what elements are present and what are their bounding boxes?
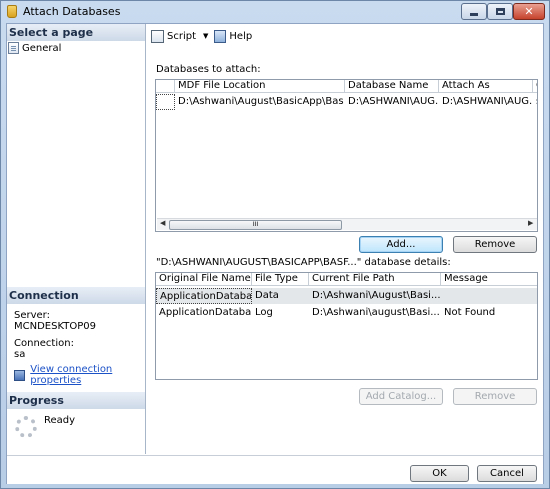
grid-corner xyxy=(156,80,175,93)
column-file-type[interactable]: File Type xyxy=(252,273,309,286)
help-icon xyxy=(214,29,227,43)
title-bar: Attach Databases ✕ xyxy=(1,1,549,23)
scroll-left-icon[interactable]: ◀ xyxy=(160,219,165,227)
file-type-cell[interactable]: Data xyxy=(252,288,309,304)
column-original-file-name[interactable]: Original File Name xyxy=(156,273,252,286)
server-value: MCNDESKTOP09 xyxy=(14,321,96,332)
current-file-path-cell[interactable]: D:\Ashwani\august\Basi...... xyxy=(309,305,441,321)
server-label: Server: xyxy=(14,310,50,321)
current-file-path-value: D:\Ashwani\august\Basi... xyxy=(312,307,440,318)
maximize-icon xyxy=(495,8,505,15)
dialog-client: Select a page General Connection Server:… xyxy=(6,23,544,484)
column-database-name[interactable]: Database Name xyxy=(345,80,439,93)
current-file-path-value: D:\Ashwani\August\Basi... xyxy=(312,290,441,301)
page-item-general[interactable]: General xyxy=(8,42,61,54)
script-icon xyxy=(151,29,164,43)
remove-database-button[interactable]: Remove xyxy=(453,236,537,253)
table-row[interactable]: ApplicationDatabas... Data D:\Ashwani\Au… xyxy=(156,288,537,304)
message-cell[interactable]: Not Found xyxy=(441,305,537,321)
attach-as-cell[interactable]: D:\ASHWANI\AUG... xyxy=(439,94,533,110)
mdf-location-cell[interactable]: D:\Ashwani\August\BasicApp\Basi...... xyxy=(175,94,345,110)
column-mdf-file-location[interactable]: MDF File Location xyxy=(175,80,345,93)
view-connection-properties[interactable]: View connection properties xyxy=(14,364,145,386)
scroll-right-icon[interactable]: ▶ xyxy=(528,219,533,227)
add-catalog-button[interactable]: Add Catalog... xyxy=(359,388,443,405)
database-details-grid[interactable]: Original File Name File Type Current Fil… xyxy=(155,272,538,380)
connection-value: sa xyxy=(14,349,26,360)
attach-databases-window: Attach Databases ✕ Select a page General… xyxy=(0,0,550,489)
database-icon xyxy=(7,5,17,18)
close-icon: ✕ xyxy=(524,5,534,18)
dialog-footer: OK Cancel xyxy=(7,455,543,484)
select-page-header: Select a page xyxy=(7,24,145,41)
horizontal-scrollbar[interactable]: ◀ III ▶ xyxy=(157,218,537,230)
table-row[interactable]: ApplicationDatabas... Log D:\Ashwani\aug… xyxy=(156,305,537,321)
chevron-down-icon[interactable]: ▼ xyxy=(203,32,208,40)
minimize-button[interactable] xyxy=(461,3,487,20)
column-message[interactable]: Message xyxy=(441,273,537,286)
column-current-file-path[interactable]: Current File Path xyxy=(309,273,441,286)
connection-properties-icon xyxy=(14,369,26,381)
row-selector[interactable] xyxy=(156,94,175,110)
remove-file-button[interactable]: Remove xyxy=(453,388,537,405)
script-button[interactable]: Script ▼ xyxy=(151,29,208,43)
maximize-button[interactable] xyxy=(487,3,513,20)
database-name-cell[interactable]: D:\ASHWANI\AUG... xyxy=(345,94,439,110)
page-icon xyxy=(8,42,19,54)
original-file-name-cell[interactable]: ApplicationDatabas... xyxy=(156,288,252,304)
view-connection-properties-link[interactable]: View connection properties xyxy=(30,364,145,386)
progress-header: Progress xyxy=(7,392,145,409)
databases-grid[interactable]: MDF File Location Database Name Attach A… xyxy=(155,79,538,232)
progress-spinner-icon xyxy=(15,416,37,438)
mdf-location-value: D:\Ashwani\August\BasicApp\Basi... xyxy=(178,96,345,107)
ok-button[interactable]: OK xyxy=(410,465,469,482)
add-button[interactable]: Add... xyxy=(359,236,443,253)
connection-label: Connection: xyxy=(14,338,74,349)
toolbar: Script ▼ Help xyxy=(147,24,543,48)
owner-cell[interactable]: s xyxy=(533,94,537,110)
left-pane: Select a page General Connection Server:… xyxy=(7,24,146,454)
script-label: Script xyxy=(167,30,197,42)
scrollbar-thumb[interactable]: III xyxy=(169,220,342,230)
table-row[interactable]: D:\Ashwani\August\BasicApp\Basi...... D:… xyxy=(156,94,537,110)
progress-status: Ready xyxy=(44,415,76,426)
database-details-label: "D:\ASHWANI\AUGUST\BASICAPP\BASF..." dat… xyxy=(156,257,451,268)
column-owner[interactable]: O xyxy=(533,80,537,93)
details-grid-header: Original File Name File Type Current Fil… xyxy=(156,273,537,286)
message-cell[interactable] xyxy=(441,288,537,304)
page-item-label: General xyxy=(22,42,62,54)
minimize-icon xyxy=(470,13,478,16)
file-type-cell[interactable]: Log xyxy=(252,305,309,321)
column-attach-as[interactable]: Attach As xyxy=(439,80,533,93)
help-button[interactable]: Help xyxy=(214,29,253,43)
help-label: Help xyxy=(229,30,253,42)
scroll-grip-icon: III xyxy=(252,221,259,228)
cancel-button[interactable]: Cancel xyxy=(477,465,537,482)
original-file-name-cell[interactable]: ApplicationDatabas... xyxy=(156,305,252,321)
databases-to-attach-label: Databases to attach: xyxy=(156,64,261,75)
window-title: Attach Databases xyxy=(23,5,121,18)
close-button[interactable]: ✕ xyxy=(513,3,545,20)
connection-header: Connection xyxy=(7,287,145,304)
current-file-path-cell[interactable]: D:\Ashwani\August\Basi...... xyxy=(309,288,441,304)
databases-grid-header: MDF File Location Database Name Attach A… xyxy=(156,80,537,93)
